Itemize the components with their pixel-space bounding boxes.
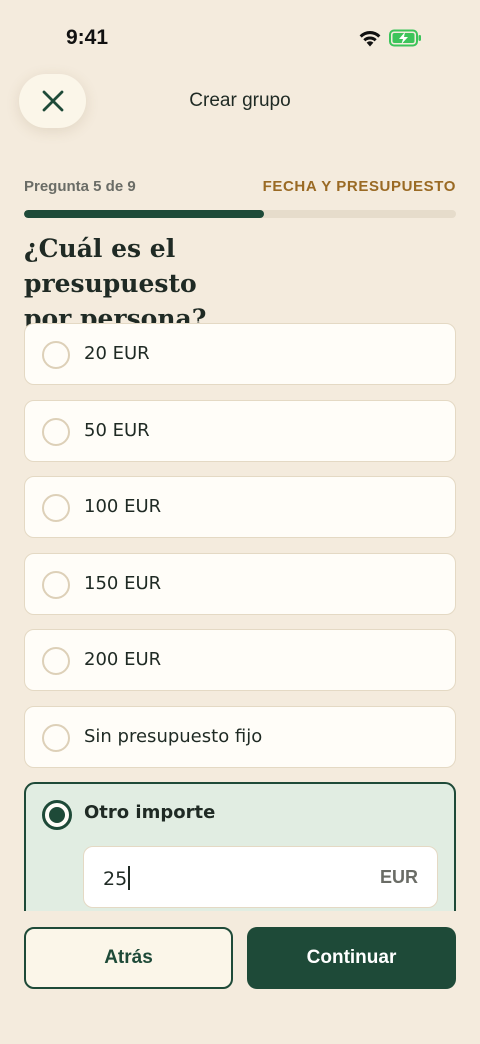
option-150-eur[interactable]: 150 EUR	[24, 552, 456, 615]
amount-input-value[interactable]: 25	[103, 866, 131, 890]
option-label: Sin presupuesto fijo	[84, 725, 263, 747]
radio-button-selected[interactable]	[42, 800, 72, 830]
radio-dot	[49, 807, 65, 823]
back-button[interactable]: Atrás	[24, 927, 233, 989]
currency-suffix: EUR	[379, 867, 418, 887]
step-counter: Pregunta 5 de 9	[24, 178, 136, 195]
option-label: 150 EUR	[84, 572, 162, 594]
option-no-fixed-budget[interactable]: Sin presupuesto fijo	[24, 705, 456, 768]
option-label: 100 EUR	[84, 496, 162, 517]
radio-button[interactable]	[42, 647, 70, 675]
nav-bar: Crear grupo	[0, 74, 480, 130]
option-label: Otro importe	[84, 802, 216, 823]
page-title: Crear grupo	[189, 90, 291, 111]
status-time: 9:41	[66, 26, 109, 49]
radio-button[interactable]	[42, 417, 70, 446]
options-list: 20 EUR 50 EUR 100 EUR 150 EUR 200 EUR Si…	[24, 323, 456, 782]
wifi-icon	[359, 31, 381, 47]
option-label: 200 EUR	[84, 649, 162, 670]
continue-button[interactable]: Continuar	[247, 927, 456, 989]
option-50-eur[interactable]: 50 EUR	[24, 399, 456, 462]
question-title-line-1: ¿Cuál es el presupuesto	[24, 234, 197, 298]
progress-bar	[24, 210, 456, 218]
question-title: ¿Cuál es el presupuesto por persona?	[24, 231, 354, 336]
radio-button[interactable]	[42, 494, 70, 522]
battery-charging-icon	[389, 29, 421, 47]
option-100-eur[interactable]: 100 EUR	[24, 476, 456, 538]
radio-button[interactable]	[42, 723, 70, 752]
status-bar: 9:41	[0, 0, 480, 74]
amount-input[interactable]: 25 EUR	[83, 846, 438, 908]
text-caret	[128, 866, 131, 890]
progress-fill	[24, 210, 265, 218]
option-label: 20 EUR	[84, 343, 150, 364]
progress-header: Pregunta 5 de 9 FECHA Y PRESUPUESTO	[24, 176, 456, 198]
radio-button[interactable]	[42, 341, 70, 369]
option-200-eur[interactable]: 200 EUR	[24, 629, 456, 691]
option-20-eur[interactable]: 20 EUR	[24, 323, 456, 385]
radio-button[interactable]	[42, 570, 70, 599]
footer-actions: Atrás Continuar	[0, 911, 480, 1044]
section-label: FECHA Y PRESUPUESTO	[262, 178, 456, 195]
option-label: 50 EUR	[84, 419, 150, 441]
